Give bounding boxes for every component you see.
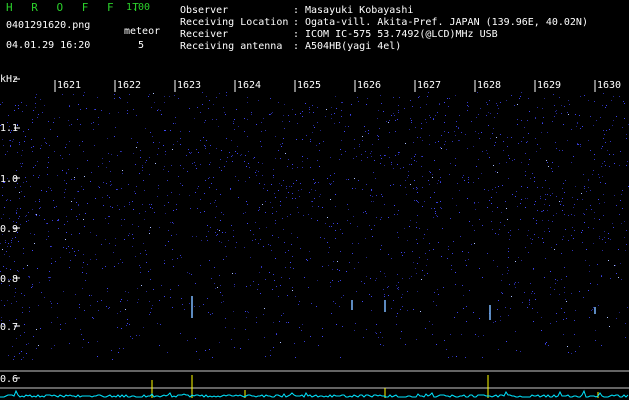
signal-level-trace bbox=[0, 389, 629, 398]
spectrogram-canvas bbox=[0, 78, 629, 398]
time-label-1622: 1622 bbox=[117, 80, 142, 91]
time-label-1630: 1630 bbox=[597, 80, 622, 91]
freq-label-1-0: 1.0 bbox=[0, 174, 19, 185]
time-label-1627: 1627 bbox=[417, 80, 442, 91]
time-label-1626: 1626 bbox=[357, 80, 382, 91]
time-label-1623: 1623 bbox=[177, 80, 202, 91]
axis-unit-label: kHz bbox=[0, 74, 19, 85]
meteor-echoes bbox=[191, 296, 596, 320]
axis-ticks bbox=[14, 78, 596, 379]
spectrogram-noise bbox=[0, 92, 629, 360]
time-label-1625: 1625 bbox=[297, 80, 322, 91]
time-label-1624: 1624 bbox=[237, 80, 262, 91]
time-label-1621: 1621 bbox=[57, 80, 82, 91]
time-label-1629: 1629 bbox=[537, 80, 562, 91]
freq-label-0-7: 0.7 bbox=[0, 322, 19, 333]
freq-label-1-1: 1.1 bbox=[0, 123, 19, 134]
time-label-1628: 1628 bbox=[477, 80, 502, 91]
freq-label-0-8: 0.8 bbox=[0, 274, 19, 285]
freq-label-0-9: 0.9 bbox=[0, 224, 19, 235]
freq-label-0-6: 0.6 bbox=[0, 374, 19, 385]
